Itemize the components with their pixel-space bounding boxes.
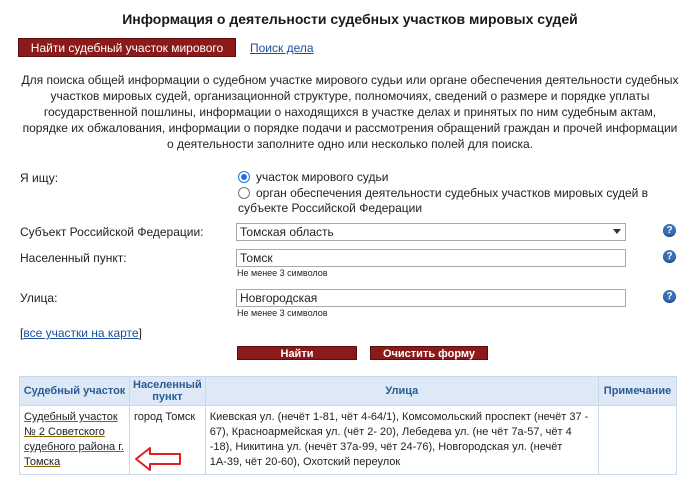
radio-label-court: участок мирового судьи bbox=[256, 170, 389, 184]
street-hint: Не менее 3 символов bbox=[237, 308, 328, 318]
column-header-city: Населенный пункт bbox=[129, 376, 206, 406]
map-link-bracket-close: ] bbox=[138, 326, 142, 340]
court-link-line1: Судебный участок bbox=[24, 411, 118, 423]
column-header-street: Улица bbox=[204, 376, 600, 406]
city-hint: Не менее 3 символов bbox=[237, 268, 328, 278]
street-input[interactable]: Новгородская bbox=[236, 289, 626, 307]
street-label: Улица: bbox=[20, 291, 58, 305]
tab-search-case[interactable]: Поиск дела bbox=[250, 41, 314, 55]
city-label: Населенный пункт: bbox=[20, 251, 127, 265]
help-icon[interactable]: ? bbox=[663, 224, 676, 237]
tab-find-court[interactable]: Найти судебный участок мирового судьи bbox=[18, 38, 236, 74]
map-link-wrapper: [все участки на карте] bbox=[20, 326, 142, 340]
court-link-line4: Томска bbox=[24, 456, 61, 468]
table-header-row: Судебный участок Населенный пункт Улица … bbox=[19, 376, 677, 406]
search-description: Для поиска общей информации о судебном у… bbox=[21, 73, 679, 151]
chevron-down-icon[interactable] bbox=[613, 229, 621, 234]
court-cell: Судебный участок № 2 Советского судебног… bbox=[19, 405, 130, 475]
help-icon[interactable]: ? bbox=[663, 250, 676, 263]
radio-label-agency-line1: орган обеспечения деятельности судебных … bbox=[256, 186, 649, 200]
results-table: Судебный участок Населенный пункт Улица … bbox=[19, 376, 677, 475]
radio-option-agency[interactable]: орган обеспечения деятельности судебных … bbox=[238, 186, 668, 216]
column-header-city-line1: Населенный bbox=[133, 379, 202, 391]
radio-option-court[interactable]: участок мирового судьи bbox=[238, 170, 658, 185]
subject-select-value: Томская область bbox=[240, 225, 334, 239]
street-cell: Киевская ул. (нечёт 1-81, чёт 4-64/1), К… bbox=[204, 405, 600, 475]
note-cell bbox=[598, 405, 677, 475]
radio-button-agency[interactable] bbox=[238, 187, 250, 199]
find-button[interactable]: Найти bbox=[237, 346, 357, 360]
court-link[interactable]: Судебный участок № 2 Советского судебног… bbox=[24, 411, 124, 468]
search-type-label: Я ищу: bbox=[20, 171, 59, 185]
radio-label-agency-line2: субъекте Российской Федерации bbox=[238, 201, 423, 215]
clear-form-button[interactable]: Очистить форму bbox=[370, 346, 488, 360]
city-input[interactable]: Томск bbox=[236, 249, 626, 267]
help-icon[interactable]: ? bbox=[663, 290, 676, 303]
court-link-line3: судебного района г. bbox=[24, 441, 124, 453]
column-header-court: Судебный участок bbox=[19, 376, 130, 406]
page-title: Информация о деятельности судебных участ… bbox=[122, 11, 578, 27]
court-link-line2: № 2 Советского bbox=[24, 426, 105, 438]
column-header-city-line2: пункт bbox=[152, 391, 183, 403]
table-row: Судебный участок № 2 Советского судебног… bbox=[19, 405, 677, 475]
radio-button-court[interactable] bbox=[238, 171, 250, 183]
subject-label: Субъект Российской Федерации: bbox=[20, 225, 204, 239]
column-header-note: Примечание bbox=[598, 376, 677, 406]
subject-select[interactable]: Томская область bbox=[236, 223, 626, 241]
all-courts-map-link[interactable]: все участки на карте bbox=[23, 326, 138, 340]
annotation-arrow-icon bbox=[135, 447, 181, 471]
